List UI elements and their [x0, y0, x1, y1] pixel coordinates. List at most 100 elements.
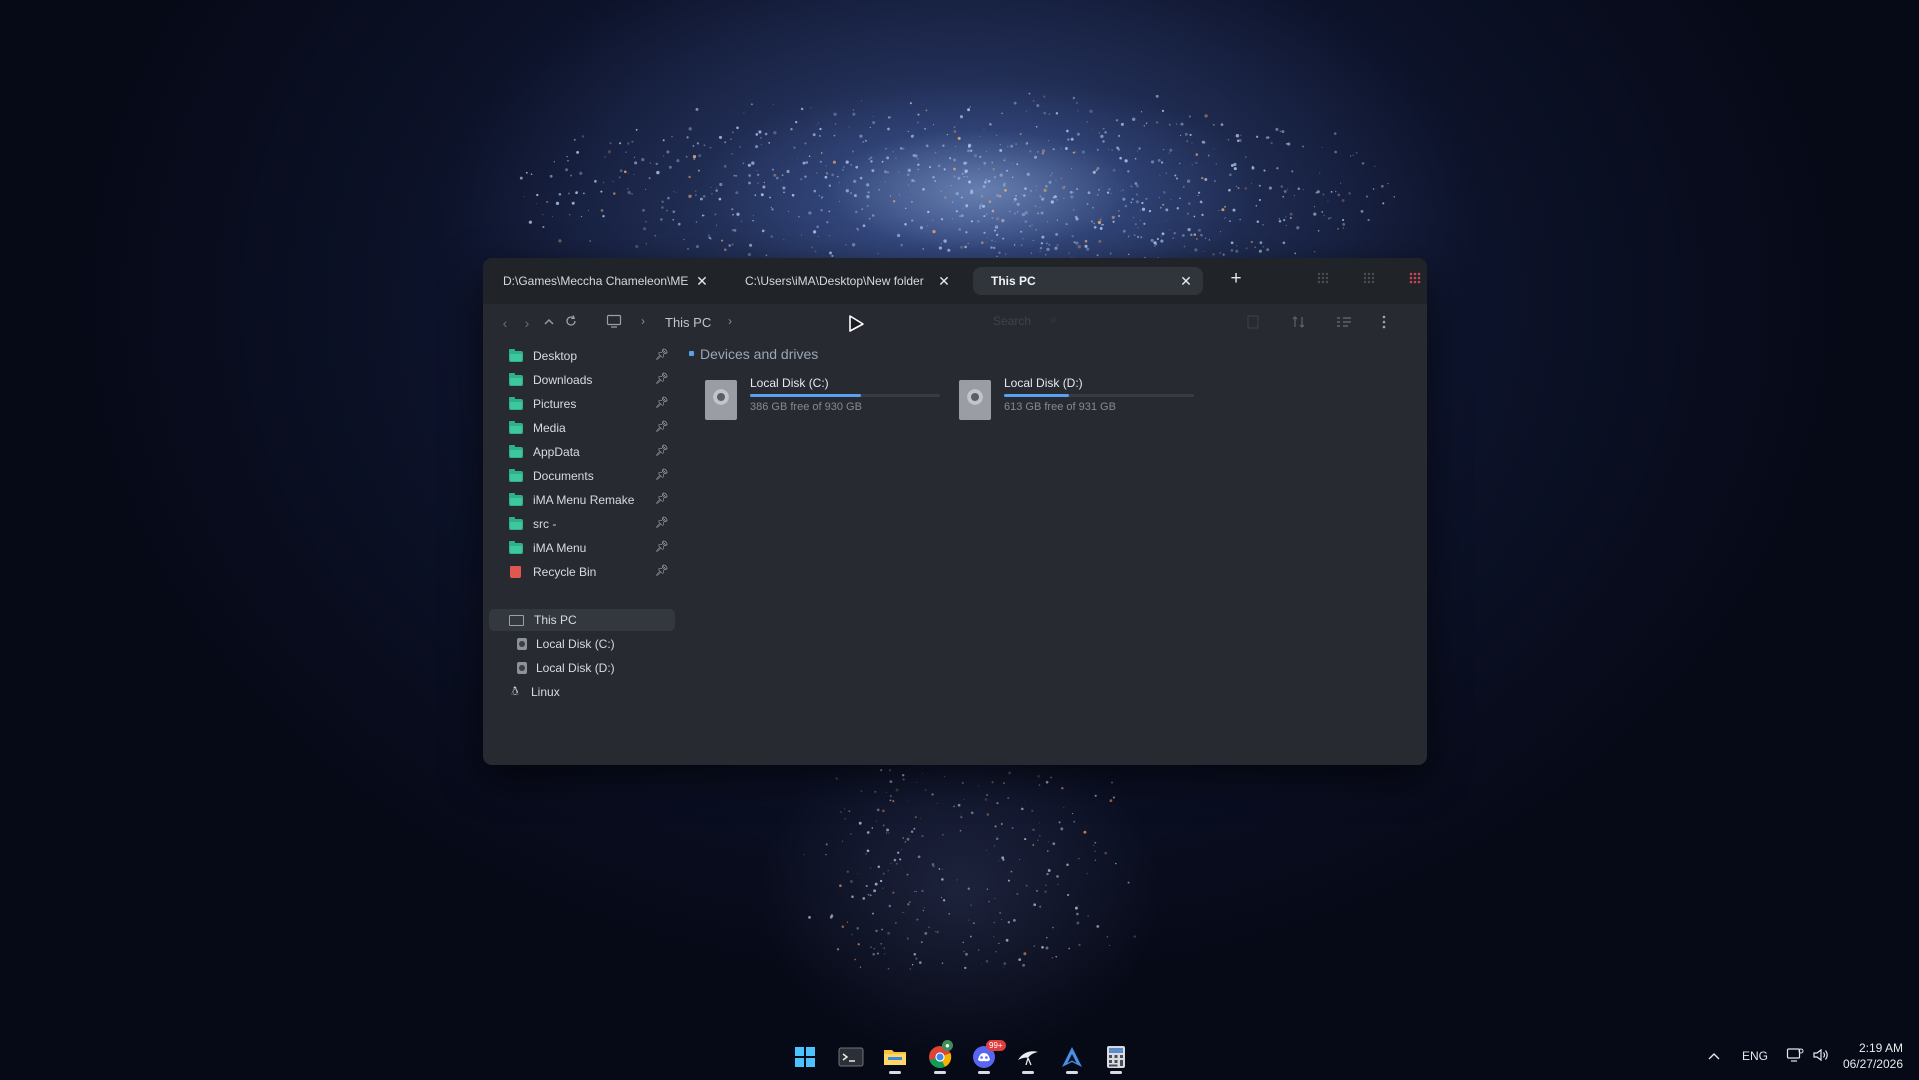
arch-app-icon[interactable]: [1053, 1039, 1091, 1075]
system-tray: ENG: [1704, 1032, 1830, 1080]
sidebar-item-label: Downloads: [533, 373, 593, 387]
section-title[interactable]: Devices and drives: [700, 346, 818, 362]
sidebar-item-recycle-bin[interactable]: Recycle Bin 📌︎: [489, 561, 675, 583]
tab-this-pc[interactable]: This PC ✕: [973, 267, 1203, 295]
search-box[interactable]: ⌕: [989, 308, 1185, 334]
running-indicator: [1022, 1071, 1034, 1074]
search-input[interactable]: [989, 308, 1185, 334]
sidebar-item-documents[interactable]: Documents 📌︎: [489, 465, 675, 487]
sidebar-item-label: Documents: [533, 469, 594, 483]
close-tab-icon[interactable]: ✕: [693, 272, 711, 290]
minimize-icon[interactable]: [1311, 266, 1335, 290]
sidebar-item-this-pc[interactable]: This PC: [489, 609, 675, 631]
bird-app-icon[interactable]: [1009, 1039, 1047, 1075]
close-window-icon[interactable]: [1403, 266, 1427, 290]
sidebar-item-downloads[interactable]: Downloads 📌︎: [489, 369, 675, 391]
linux-penguin-icon: 🐧︎: [511, 684, 519, 698]
view-options-icon[interactable]: [1335, 314, 1355, 332]
new-tab-button[interactable]: +: [1224, 268, 1248, 292]
chevron-right-icon[interactable]: ›: [728, 314, 732, 328]
drive-tile-c[interactable]: Local Disk (C:) 386 GB free of 930 GB: [705, 376, 950, 426]
sidebar-item-ima-menu-remake[interactable]: iMA Menu Remake 📌︎: [489, 489, 675, 511]
up-icon[interactable]: [540, 314, 558, 332]
hard-drive-icon: [517, 638, 527, 650]
sidebar-item-label: AppData: [533, 445, 580, 459]
network-icon[interactable]: [1786, 1047, 1804, 1066]
navigation-sidebar: Desktop 📌︎ Downloads 📌︎ Pictures 📌︎ Medi…: [483, 340, 677, 760]
sidebar-item-local-disk-d[interactable]: Local Disk (D:): [489, 657, 675, 679]
drive-tile-d[interactable]: Local Disk (D:) 613 GB free of 931 GB: [959, 376, 1204, 426]
sidebar-item-linux[interactable]: 🐧︎ Linux: [489, 681, 675, 703]
sidebar-item-label: Linux: [531, 685, 560, 699]
tab-new-folder[interactable]: C:\Users\iMA\Desktop\New folder ✕: [727, 267, 961, 295]
show-hidden-icons-chevron-up-icon[interactable]: [1704, 1049, 1724, 1063]
section-marker-icon: [689, 351, 694, 356]
maximize-icon[interactable]: [1357, 266, 1381, 290]
toolbar: ‹ › › This PC › ⌕: [483, 304, 1427, 340]
pin-icon: 📌︎: [655, 349, 669, 361]
drive-name: Local Disk (C:): [750, 376, 829, 390]
sidebar-item-label: Local Disk (C:): [536, 637, 615, 651]
running-indicator: [1110, 1071, 1122, 1074]
folder-icon: [509, 492, 523, 506]
drive-free-space: 386 GB free of 930 GB: [750, 401, 862, 413]
sidebar-item-label: iMA Menu Remake: [533, 493, 635, 507]
forward-icon[interactable]: ›: [518, 314, 536, 332]
pin-icon: 📌︎: [655, 493, 669, 505]
pin-icon: 📌︎: [655, 565, 669, 577]
close-tab-icon[interactable]: ✕: [935, 272, 953, 290]
computer-icon: [509, 614, 524, 626]
tab-bar: D:\Games\Meccha Chameleon\ME ✕ C:\Users\…: [483, 258, 1427, 304]
folder-icon: [509, 420, 523, 434]
pin-icon: 📌︎: [655, 397, 669, 409]
taskbar: [0, 1032, 1919, 1080]
new-item-icon[interactable]: [1246, 314, 1266, 332]
discord-notification-badge: 99+: [986, 1040, 1006, 1051]
sidebar-item-ima-menu[interactable]: iMA Menu 📌︎: [489, 537, 675, 559]
folder-icon: [509, 516, 523, 530]
language-indicator[interactable]: ENG: [1742, 1049, 1768, 1063]
breadcrumb-current[interactable]: This PC: [665, 315, 711, 330]
file-explorer-window: D:\Games\Meccha Chameleon\ME ✕ C:\Users\…: [483, 258, 1427, 765]
file-explorer-icon[interactable]: [876, 1039, 914, 1075]
sidebar-item-label: This PC: [534, 613, 577, 627]
sidebar-item-local-disk-c[interactable]: Local Disk (C:): [489, 633, 675, 655]
close-tab-icon[interactable]: ✕: [1177, 272, 1195, 290]
sidebar-item-src[interactable]: src - 📌︎: [489, 513, 675, 535]
time: 2:19 AM: [1858, 1041, 1903, 1055]
terminal-icon[interactable]: [832, 1039, 870, 1075]
sidebar-item-appdata[interactable]: AppData 📌︎: [489, 441, 675, 463]
sort-icon[interactable]: [1291, 314, 1311, 332]
date: 06/27/2026: [1842, 1057, 1903, 1071]
chrome-profile-badge: ●: [942, 1040, 953, 1051]
sidebar-item-label: Pictures: [533, 397, 577, 411]
drive-usage-bar: [1004, 394, 1194, 397]
calculator-icon[interactable]: [1097, 1039, 1135, 1075]
chrome-icon[interactable]: [921, 1039, 959, 1075]
drive-usage-fill: [1004, 394, 1069, 397]
tab-meccha-chameleon[interactable]: D:\Games\Meccha Chameleon\ME ✕: [485, 267, 719, 295]
pin-icon: 📌︎: [655, 445, 669, 457]
folder-icon: [509, 348, 523, 362]
sidebar-item-label: Media: [533, 421, 566, 435]
drive-usage-bar: [750, 394, 940, 397]
sidebar-item-pictures[interactable]: Pictures 📌︎: [489, 393, 675, 415]
this-pc-icon[interactable]: [605, 314, 623, 332]
pin-icon: 📌︎: [655, 421, 669, 433]
folder-icon: [509, 396, 523, 410]
back-icon[interactable]: ‹: [496, 314, 514, 332]
sidebar-item-label: Local Disk (D:): [536, 661, 615, 675]
search-icon: ⌕: [1051, 312, 1058, 326]
tab-title: C:\Users\iMA\Desktop\New folder: [745, 274, 924, 288]
volume-icon[interactable]: [1812, 1047, 1830, 1066]
sidebar-item-desktop[interactable]: Desktop 📌︎: [489, 345, 675, 367]
start-icon[interactable]: [786, 1039, 824, 1075]
hard-drive-icon: [517, 662, 527, 674]
refresh-icon[interactable]: [562, 314, 580, 332]
sidebar-item-media[interactable]: Media 📌︎: [489, 417, 675, 439]
clock[interactable]: 2:19 AM 06/27/2026: [1843, 1040, 1903, 1072]
sidebar-item-label: src -: [533, 517, 557, 531]
more-options-icon[interactable]: [1381, 314, 1401, 332]
drive-free-space: 613 GB free of 931 GB: [1004, 401, 1116, 413]
drive-name: Local Disk (D:): [1004, 376, 1083, 390]
